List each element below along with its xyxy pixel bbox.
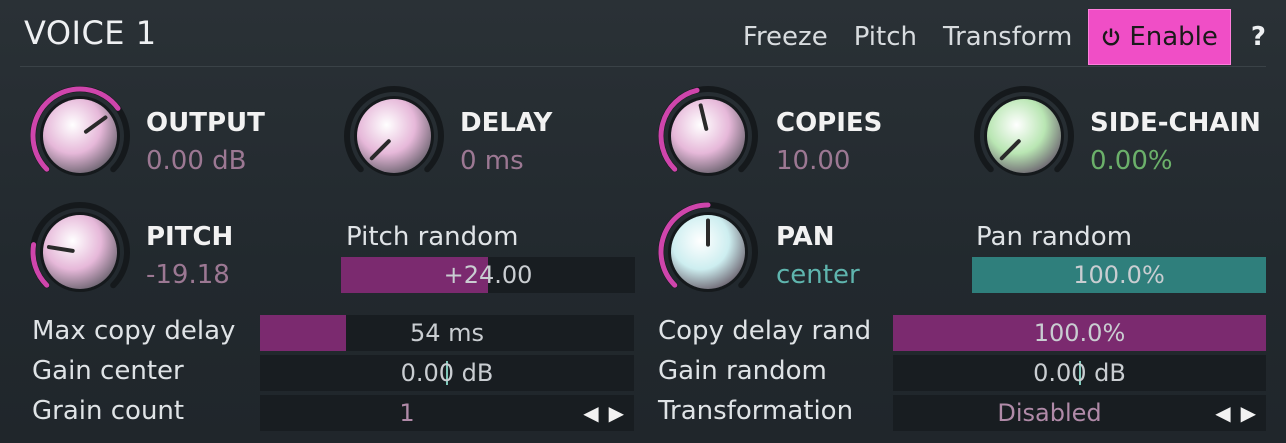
copies-label: COPIES — [776, 108, 883, 138]
gain-center-value: 0.00 dB — [400, 359, 494, 387]
delay-value: 0 ms — [460, 146, 524, 176]
pitch-label: PITCH — [146, 222, 234, 252]
pitch-random-slider[interactable]: +24.00 — [341, 257, 635, 293]
menu-freeze[interactable]: Freeze — [743, 22, 828, 52]
enable-label: Enable — [1129, 22, 1218, 52]
grain-count-value: 1 — [399, 399, 415, 427]
arrow-left-icon[interactable]: ◀ — [1215, 401, 1230, 425]
arrow-right-icon[interactable]: ▶ — [1241, 401, 1256, 425]
pitch-knob[interactable] — [28, 200, 132, 304]
delay-knob[interactable] — [342, 84, 446, 188]
max-copy-delay-value: 54 ms — [409, 319, 485, 347]
sidechain-label: SIDE-CHAIN — [1090, 108, 1261, 138]
output-knob[interactable] — [28, 84, 132, 188]
arrow-right-icon[interactable]: ▶ — [609, 401, 624, 425]
top-menu: Freeze Pitch Transform Enable ? — [717, 9, 1266, 65]
transformation-value: Disabled — [997, 399, 1102, 427]
panel-title: VOICE 1 — [24, 14, 157, 52]
enable-button[interactable]: Enable — [1088, 9, 1231, 65]
pan-random-value: 100.0% — [1073, 261, 1165, 289]
pan-random-label: Pan random — [976, 222, 1133, 252]
delay-label: DELAY — [460, 108, 553, 138]
grain-count-label: Grain count — [32, 396, 185, 426]
power-icon — [1103, 28, 1120, 46]
copy-delay-rand-label: Copy delay rand — [658, 316, 872, 346]
gain-center-slider[interactable]: 0.00 dB — [260, 355, 634, 391]
grain-count-selector[interactable]: 1 ◀ ▶ — [260, 395, 634, 431]
output-label: OUTPUT — [146, 108, 265, 138]
copy-delay-rand-value: 100.0% — [1033, 319, 1126, 347]
pitch-random-label: Pitch random — [346, 222, 519, 252]
transformation-selector[interactable]: Disabled ◀ ▶ — [893, 395, 1266, 431]
copy-delay-rand-slider[interactable]: 100.0% — [893, 315, 1266, 351]
max-copy-delay-label: Max copy delay — [32, 316, 236, 346]
pan-value: center — [776, 260, 860, 290]
voice-panel: VOICE 1 Freeze Pitch Transform Enable ? … — [0, 0, 1286, 443]
gain-random-value: 0.00 dB — [1033, 359, 1126, 387]
gain-center-label: Gain center — [32, 356, 184, 386]
pitch-value: -19.18 — [146, 260, 230, 290]
pan-knob[interactable] — [656, 200, 760, 304]
copies-value: 10.00 — [776, 146, 851, 176]
arrow-left-icon[interactable]: ◀ — [583, 401, 598, 425]
pan-label: PAN — [776, 222, 835, 252]
sidechain-value: 0.00% — [1090, 146, 1173, 176]
sidechain-knob[interactable] — [972, 84, 1076, 188]
pitch-random-value: +24.00 — [443, 261, 533, 289]
grain-count-arrows: ◀ ▶ — [583, 395, 624, 431]
help-button[interactable]: ? — [1251, 22, 1266, 52]
gain-random-label: Gain random — [658, 356, 827, 386]
transformation-label: Transformation — [658, 396, 854, 426]
pan-random-slider[interactable]: 100.0% — [972, 257, 1266, 293]
transformation-arrows: ◀ ▶ — [1215, 395, 1256, 431]
max-copy-delay-slider[interactable]: 54 ms — [260, 315, 634, 351]
copies-knob[interactable] — [656, 84, 760, 188]
header-divider — [20, 66, 1266, 67]
gain-random-slider[interactable]: 0.00 dB — [893, 355, 1266, 391]
output-value: 0.00 dB — [146, 146, 247, 176]
menu-transform[interactable]: Transform — [943, 22, 1072, 52]
menu-pitch[interactable]: Pitch — [854, 22, 917, 52]
